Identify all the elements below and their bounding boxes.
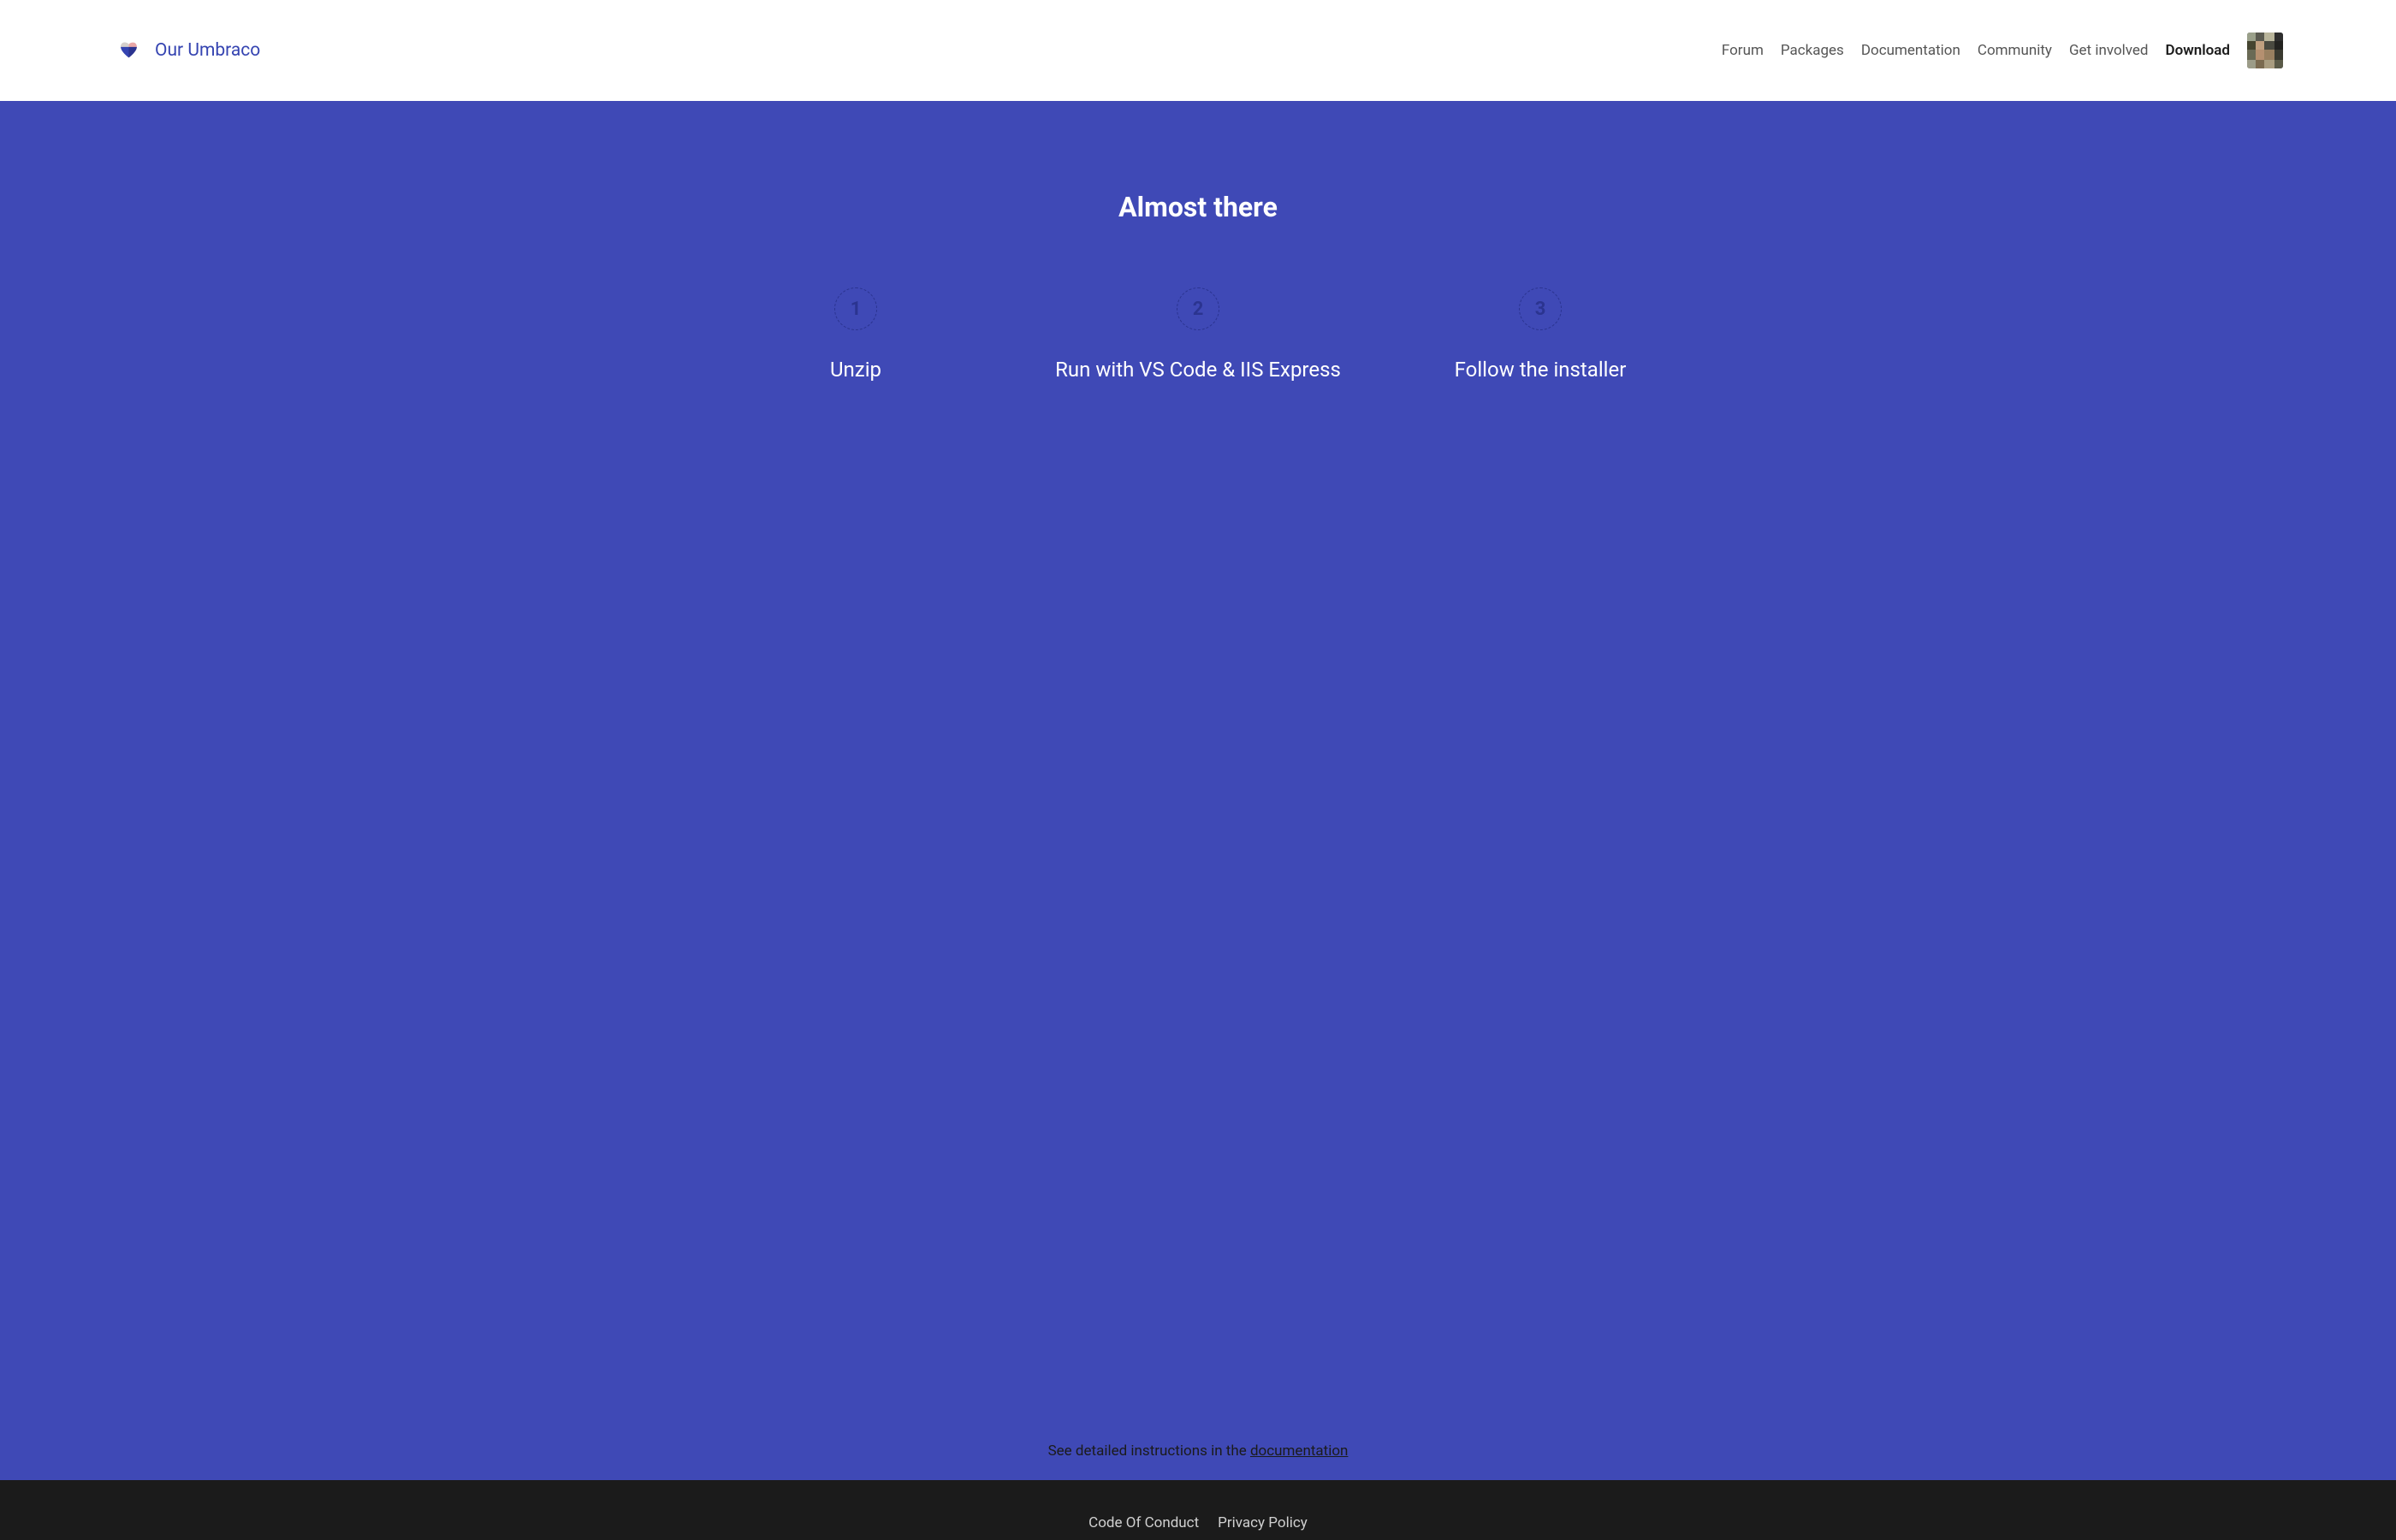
footer-links: Code Of Conduct Privacy Policy — [1088, 1514, 1308, 1531]
install-steps: 1 Unzip 2 Run with VS Code & IIS Express… — [685, 287, 1711, 382]
hero-section: Almost there 1 Unzip 2 Run with VS Code … — [0, 101, 2396, 1480]
nav-item-forum[interactable]: Forum — [1722, 42, 1764, 59]
header-right: Forum Packages Documentation Community G… — [1722, 33, 2283, 68]
avatar[interactable] — [2247, 33, 2283, 68]
step-number: 3 — [1535, 299, 1546, 320]
nav-item-download[interactable]: Download — [2166, 42, 2230, 59]
step-number: 1 — [851, 299, 862, 320]
umbraco-heart-logo-icon — [118, 40, 139, 62]
site-header: Our Umbraco Forum Packages Documentation… — [0, 0, 2396, 101]
nav-item-community[interactable]: Community — [1978, 42, 2052, 59]
nav-item-packages[interactable]: Packages — [1781, 42, 1844, 59]
step-label: Run with VS Code & IIS Express — [1055, 358, 1341, 382]
step-label: Unzip — [830, 358, 881, 382]
step-circle: 2 — [1177, 287, 1219, 330]
page-title: Almost there — [1118, 191, 1278, 223]
documentation-link[interactable]: documentation — [1250, 1442, 1348, 1460]
doc-note-prefix: See detailed instructions in the — [1048, 1442, 1250, 1460]
step-label: Follow the installer — [1455, 358, 1627, 382]
step-circle: 3 — [1519, 287, 1562, 330]
step-number: 2 — [1193, 299, 1204, 320]
site-footer: Code Of Conduct Privacy Policy — [0, 1480, 2396, 1540]
step-1: 1 Unzip — [685, 287, 1027, 382]
primary-nav: Forum Packages Documentation Community G… — [1722, 42, 2230, 59]
step-3: 3 Follow the installer — [1369, 287, 1711, 382]
doc-note: See detailed instructions in the documen… — [0, 1442, 2396, 1460]
step-2: 2 Run with VS Code & IIS Express — [1027, 287, 1369, 382]
step-circle: 1 — [834, 287, 877, 330]
header-brand[interactable]: Our Umbraco — [118, 40, 260, 62]
nav-item-documentation[interactable]: Documentation — [1861, 42, 1960, 59]
footer-link-privacy-policy[interactable]: Privacy Policy — [1218, 1514, 1308, 1531]
site-title: Our Umbraco — [155, 40, 260, 61]
nav-item-get-involved[interactable]: Get involved — [2069, 42, 2149, 59]
footer-link-code-of-conduct[interactable]: Code Of Conduct — [1088, 1514, 1199, 1531]
